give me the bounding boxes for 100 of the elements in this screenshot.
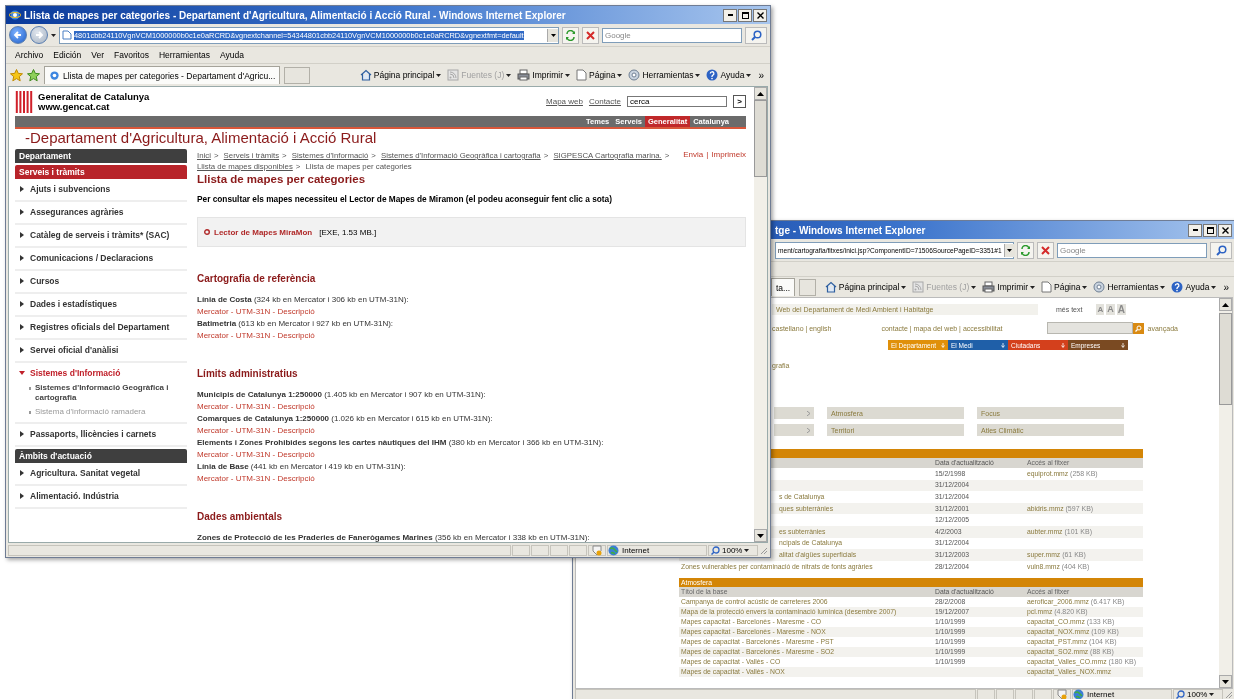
sidebar-item[interactable]: Agricultura. Sanitat vegetal (15, 463, 187, 486)
search-button[interactable] (745, 26, 767, 44)
dropdown-button[interactable] (547, 28, 558, 42)
toolbar-button[interactable]: Página (575, 69, 624, 81)
sidebar-item[interactable]: Registres oficials del Departament (15, 317, 187, 340)
map-format-links[interactable]: Mercator - UTM-31N - Descripció (197, 449, 315, 461)
close-button[interactable] (1218, 223, 1232, 237)
right-arrow-icon (34, 30, 44, 40)
header-link[interactable]: Mapa web (546, 97, 583, 106)
sidebar-item[interactable]: Alimentació. Indústria (15, 486, 187, 509)
download-link[interactable]: Lector de Mapes MiraMon (214, 227, 313, 237)
toolbar-button[interactable]: Herramientas (627, 69, 702, 81)
section-heading: Límits administratius (197, 368, 298, 379)
header-link[interactable]: Contacte (588, 97, 621, 106)
map-format-links[interactable]: Mercator - UTM-31N - Descripció (197, 425, 315, 437)
sidebar-item[interactable]: Assegurances agràries (15, 202, 187, 225)
search-field[interactable]: cerca (627, 96, 727, 107)
scrollbar[interactable] (754, 87, 767, 542)
down-arrow-icon (1222, 679, 1229, 684)
search-button[interactable] (1132, 322, 1144, 334)
maximize-button[interactable] (1203, 223, 1217, 237)
refresh-icon (1020, 244, 1031, 256)
toolbar-button[interactable]: Página (1040, 281, 1089, 293)
toolbar-button[interactable]: Página principal (358, 69, 443, 81)
stop-icon (1041, 245, 1050, 255)
scroll-thumb[interactable] (1219, 313, 1232, 405)
sidebar-item[interactable]: Cursos (15, 271, 187, 294)
stop-button[interactable] (1037, 241, 1054, 259)
zoom-button[interactable]: 100% (1173, 689, 1223, 699)
sidebar-item[interactable]: Catàleg de serveis i tràmits* (SAC) (15, 225, 187, 248)
minimize-button[interactable] (1188, 223, 1202, 237)
toolbar-button[interactable]: Ayuda (1170, 281, 1218, 293)
search-field[interactable]: Google (1057, 242, 1207, 258)
feed-icon (912, 281, 925, 293)
stop-button[interactable] (582, 26, 599, 44)
menu-item[interactable]: Edición (48, 50, 87, 60)
search-icon (1134, 324, 1142, 332)
striped-logo-icon (15, 90, 33, 113)
forward-button[interactable] (30, 26, 48, 44)
toolbar-button[interactable]: Imprimir (516, 69, 571, 81)
sidebar-item[interactable]: Servei oficial d'anàlisi (15, 340, 187, 363)
minimize-button[interactable] (723, 8, 737, 22)
scroll-down-button[interactable] (1219, 675, 1232, 688)
more-button[interactable]: » (1221, 281, 1231, 293)
sidebar-subitem[interactable]: Sistemes d'Informació Geogràfica i cartografia (15, 381, 187, 405)
more-button[interactable]: » (756, 69, 766, 81)
map-entry-text: Zones de Protecció de les Praderies de Fanerògames Marines (356 kb en Mercator i 338 kb en UTM-31N): (197, 532, 590, 542)
search-go-button[interactable]: > (733, 95, 746, 108)
maximize-button[interactable] (738, 8, 752, 22)
dropdown-button[interactable] (1003, 243, 1015, 257)
caret-icon (1211, 285, 1217, 289)
sidebar-item[interactable]: Ajuts i subvencions (15, 179, 187, 202)
map-format-links[interactable]: Mercator - UTM-31N - Descripció (197, 306, 315, 318)
sidebar-header[interactable]: Àmbits d'actuació (15, 449, 187, 463)
browser-tab[interactable]: ta... (771, 278, 796, 296)
toolbar-button[interactable]: Ayuda (705, 69, 753, 81)
action-link[interactable]: Envia (683, 150, 704, 172)
site-search-field[interactable] (1046, 322, 1133, 334)
search-field[interactable]: Google (602, 27, 742, 43)
back-button[interactable] (9, 26, 27, 44)
help-icon (706, 69, 719, 81)
printer-icon (982, 281, 996, 293)
globe-icon (608, 544, 619, 556)
map-format-links[interactable]: Mercator - UTM-31N - Descripció (197, 473, 315, 485)
zoom-button[interactable]: 100% (708, 544, 758, 556)
caret-icon (19, 255, 25, 261)
menu-item[interactable]: Archivo (10, 50, 49, 60)
scroll-down-button[interactable] (754, 529, 767, 542)
sidebar-item[interactable]: Comunicacions / Declaracions (15, 248, 187, 271)
page-icon (576, 69, 587, 81)
browser-tab[interactable]: Llista de mapes per categories - Departament d'Agricu... (44, 66, 281, 84)
menu-item[interactable]: Ver (86, 50, 109, 60)
menu-item[interactable]: Herramientas (153, 50, 215, 60)
sidebar-header[interactable]: Departament (15, 149, 187, 163)
scroll-thumb[interactable] (754, 100, 767, 177)
caret-icon (617, 73, 623, 77)
sidebar-header[interactable]: Serveis i tràmits (15, 165, 187, 179)
security-zone-text: Internet (622, 545, 650, 555)
menu-item[interactable]: Favoritos (109, 50, 154, 60)
toolbar-button[interactable]: Imprimir (981, 281, 1036, 293)
favorites-star-icon[interactable] (10, 68, 23, 82)
map-format-links[interactable]: Mercator - UTM-31N - Descripció (197, 401, 315, 413)
scroll-up-button[interactable] (1219, 298, 1232, 311)
toolbar-button[interactable]: Página principal (823, 281, 908, 293)
map-format-links[interactable]: Mercator - UTM-31N - Descripció (197, 330, 315, 342)
app-icon (9, 9, 21, 21)
add-favorite-icon[interactable] (27, 68, 40, 82)
menu-item[interactable]: Ayuda (215, 50, 249, 60)
sidebar-item[interactable]: Sistemes d'Informació (15, 363, 187, 381)
scrollbar[interactable] (1219, 298, 1232, 688)
sidebar-item[interactable]: Passaports, llicències i carnets (15, 424, 187, 447)
action-link[interactable]: Imprimeix (711, 150, 746, 172)
close-button[interactable] (753, 8, 767, 22)
search-button[interactable] (1210, 241, 1232, 259)
scroll-up-button[interactable] (754, 87, 767, 100)
toolbar-button[interactable]: Herramientas (1092, 281, 1167, 293)
map-entry-text: Línia de Base (441 kb en Mercator i 419 kb en UTM-31N): (197, 461, 406, 473)
caret-icon (1209, 693, 1215, 696)
action-separator: | (706, 150, 709, 161)
sidebar-item[interactable]: Dades i estadístiques (15, 294, 187, 317)
